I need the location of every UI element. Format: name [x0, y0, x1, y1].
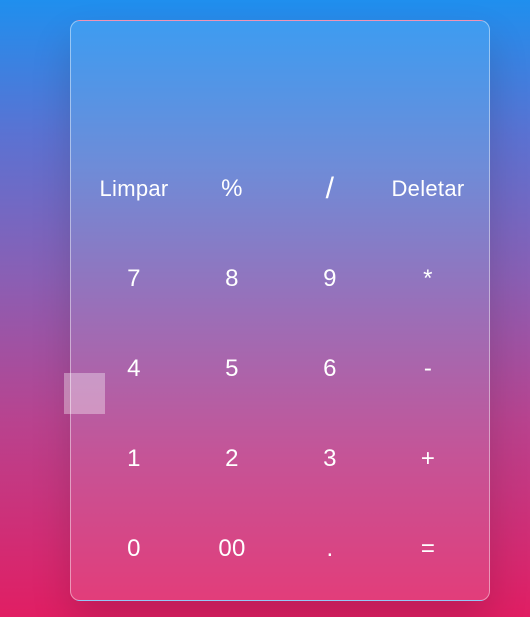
- calculator: Limpar % / Deletar 7 8 9 * 4 5 6 - 1 2 3…: [70, 20, 490, 601]
- digit-6-button[interactable]: 6: [281, 324, 379, 414]
- subtract-button[interactable]: -: [379, 324, 477, 414]
- digit-1-button[interactable]: 1: [85, 414, 183, 504]
- clear-button[interactable]: Limpar: [85, 144, 183, 234]
- digit-8-button[interactable]: 8: [183, 234, 281, 324]
- calculator-display: [91, 41, 469, 151]
- digit-9-button[interactable]: 9: [281, 234, 379, 324]
- decimal-point-button[interactable]: .: [281, 504, 379, 594]
- equals-button[interactable]: =: [379, 504, 477, 594]
- double-zero-button[interactable]: 00: [183, 504, 281, 594]
- keypad: Limpar % / Deletar 7 8 9 * 4 5 6 - 1 2 3…: [85, 144, 477, 594]
- digit-7-button[interactable]: 7: [85, 234, 183, 324]
- percent-button[interactable]: %: [183, 144, 281, 234]
- decorative-square: [64, 373, 105, 414]
- digit-5-button[interactable]: 5: [183, 324, 281, 414]
- digit-2-button[interactable]: 2: [183, 414, 281, 504]
- delete-button[interactable]: Deletar: [379, 144, 477, 234]
- multiply-button[interactable]: *: [379, 234, 477, 324]
- add-button[interactable]: +: [379, 414, 477, 504]
- digit-3-button[interactable]: 3: [281, 414, 379, 504]
- digit-0-button[interactable]: 0: [85, 504, 183, 594]
- divide-button[interactable]: /: [281, 144, 379, 234]
